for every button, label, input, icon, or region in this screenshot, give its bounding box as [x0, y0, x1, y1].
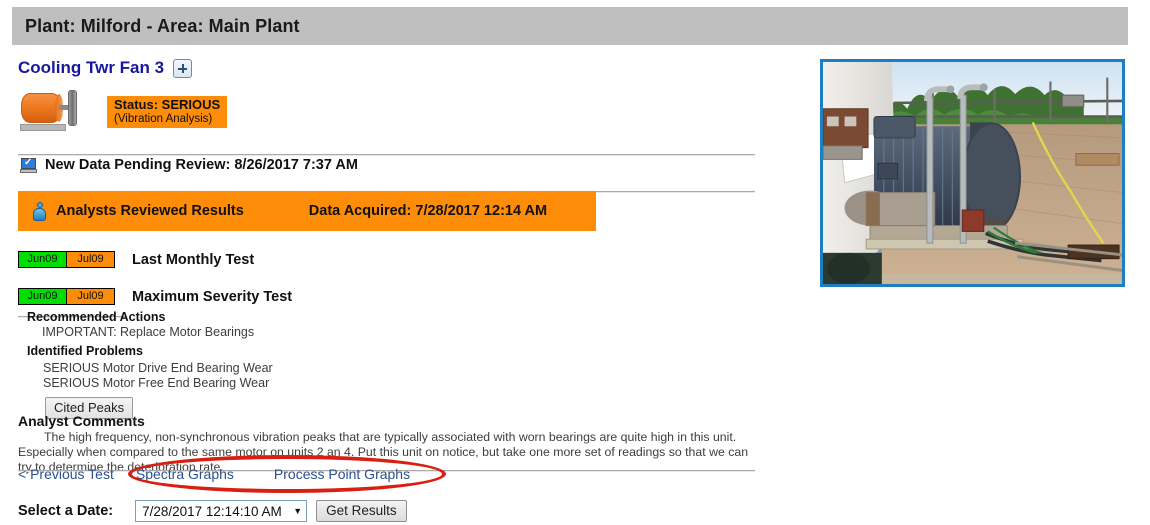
- process-point-graphs-link[interactable]: Process Point Graphs: [274, 466, 410, 482]
- maximum-severity-test-row: Jun09 Jul09 Maximum Severity Test: [18, 288, 292, 305]
- recommended-action-item: IMPORTANT: Replace Motor Bearings: [42, 325, 255, 339]
- asset-name: Cooling Twr Fan 3: [18, 58, 165, 77]
- plus-icon[interactable]: [173, 58, 193, 78]
- status-badge-primary: Status: SERIOUS: [114, 97, 221, 112]
- get-results-button[interactable]: Get Results: [316, 500, 407, 522]
- asset-title-row: Cooling Twr Fan 3: [18, 58, 193, 78]
- data-acquired-label: Data Acquired: 7/28/2017 12:14 AM: [308, 203, 548, 219]
- last-monthly-test-row: Jun09 Jul09 Last Monthly Test: [18, 251, 254, 268]
- date-select[interactable]: 7/28/2017 12:14:10 AM ▼: [135, 500, 308, 522]
- severity-cell: Jun09: [19, 289, 66, 304]
- test-label: Last Monthly Test: [132, 251, 255, 268]
- select-date-label: Select a Date:: [18, 503, 114, 519]
- severity-bar: Jun09 Jul09: [18, 251, 115, 268]
- equipment-photo-illustration: [823, 62, 1122, 284]
- analysts-reviewed-label: Analysts Reviewed Results: [56, 203, 244, 219]
- analyst-person-icon: [33, 201, 46, 221]
- equipment-photo: [820, 59, 1125, 287]
- analyst-comments-heading: Analyst Comments: [18, 413, 145, 429]
- pending-review-row: New Data Pending Review: 8/26/2017 7:37 …: [20, 157, 358, 173]
- recommendations-block: Recommended Actions IMPORTANT: Replace M…: [18, 310, 718, 419]
- severity-bar: Jun09 Jul09: [18, 288, 115, 305]
- page-root: Plant: Milford - Area: Main Plant Coolin…: [0, 0, 1150, 525]
- severity-cell: Jul09: [66, 289, 114, 304]
- pending-review-text: New Data Pending Review: 8/26/2017 7:37 …: [45, 157, 358, 173]
- analysts-reviewed-banner: Analysts Reviewed Results Data Acquired:…: [18, 191, 596, 231]
- identified-problems-heading: Identified Problems: [27, 344, 143, 358]
- identified-problem-item: SERIOUS Motor Free End Bearing Wear: [43, 376, 270, 390]
- monitor-check-icon: [20, 157, 37, 173]
- divider-top: [18, 154, 755, 156]
- asset-status-row: Status: SERIOUS (Vibration Analysis): [18, 88, 228, 136]
- severity-cell: Jun09: [19, 252, 66, 267]
- plant-area-header: Plant: Milford - Area: Main Plant: [12, 7, 1128, 45]
- recommended-actions-heading: Recommended Actions: [27, 310, 166, 324]
- test-label: Maximum Severity Test: [132, 288, 293, 305]
- status-badge-secondary: (Vibration Analysis): [114, 112, 213, 125]
- previous-test-link[interactable]: < Previous Test: [18, 466, 114, 482]
- chevron-down-icon: ▼: [293, 506, 303, 516]
- graph-links-row: < Previous Test Spectra Graphs Process P…: [18, 466, 410, 482]
- motor-icon: [18, 88, 86, 136]
- spectra-graphs-link[interactable]: Spectra Graphs: [136, 466, 234, 482]
- status-badge: Status: SERIOUS (Vibration Analysis): [107, 96, 228, 129]
- date-select-value: 7/28/2017 12:14:10 AM: [142, 503, 282, 519]
- page-title: Plant: Milford - Area: Main Plant: [25, 15, 300, 36]
- date-selector-row: Select a Date: 7/28/2017 12:14:10 AM ▼ G…: [18, 500, 407, 522]
- identified-problem-item: SERIOUS Motor Drive End Bearing Wear: [43, 361, 273, 375]
- severity-cell: Jul09: [66, 252, 114, 267]
